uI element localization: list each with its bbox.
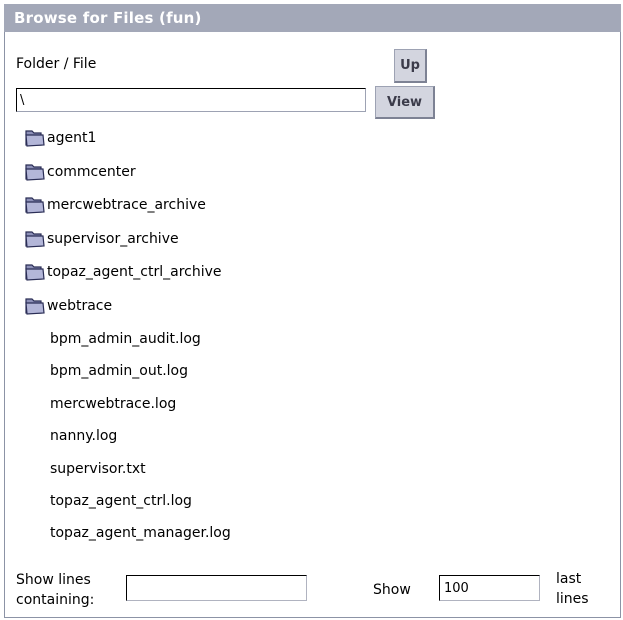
folder-name: supervisor_archive	[47, 230, 179, 247]
folder-name: webtrace	[47, 298, 113, 314]
folder-item[interactable]: commcenter	[24, 161, 136, 183]
containing-input[interactable]	[126, 575, 307, 601]
dialog-title: Browse for Files (fun)	[4, 4, 621, 32]
show-lines-label-line1: Show lines	[16, 572, 91, 588]
last-lines-count-input[interactable]	[439, 575, 540, 601]
folder-icon	[24, 228, 46, 250]
folder-icon	[24, 261, 46, 283]
last-lines-label-line2: lines	[556, 591, 589, 607]
folder-icon	[24, 127, 46, 149]
file-item[interactable]: topaz_agent_ctrl.log	[50, 490, 192, 512]
file-item[interactable]: supervisor.txt	[50, 458, 146, 480]
folder-item[interactable]: topaz_agent_ctrl_archive	[24, 261, 222, 283]
file-item[interactable]: bpm_admin_out.log	[50, 360, 188, 382]
folder-name: commcenter	[47, 163, 136, 180]
file-item[interactable]: bpm_admin_audit.log	[50, 328, 201, 350]
folder-icon	[24, 161, 46, 183]
folder-item[interactable]: webtrace	[24, 295, 112, 317]
last-lines-label-line1: last	[556, 571, 582, 587]
folder-icon	[24, 295, 46, 317]
view-button[interactable]: View	[375, 86, 435, 119]
file-item[interactable]: nanny.log	[50, 425, 117, 447]
path-input[interactable]	[16, 88, 366, 112]
folder-name: agent1	[47, 130, 97, 146]
file-item[interactable]: mercwebtrace.log	[50, 393, 176, 415]
folder-file-label: Folder / File	[16, 56, 97, 72]
last-lines-label: last lines	[556, 569, 589, 609]
folder-item[interactable]: mercwebtrace_archive	[24, 194, 206, 216]
file-item[interactable]: topaz_agent_manager.log	[50, 522, 231, 544]
show-label: Show	[373, 582, 411, 598]
folder-name: topaz_agent_ctrl_archive	[47, 264, 222, 281]
folder-icon	[24, 194, 46, 216]
folder-name: mercwebtrace_archive	[47, 197, 206, 214]
show-lines-label: Show lines containing:	[16, 570, 94, 610]
folder-item[interactable]: agent1	[24, 127, 96, 149]
folder-item[interactable]: supervisor_archive	[24, 228, 179, 250]
up-button[interactable]: Up	[394, 49, 427, 83]
show-lines-label-line2: containing:	[16, 592, 95, 608]
